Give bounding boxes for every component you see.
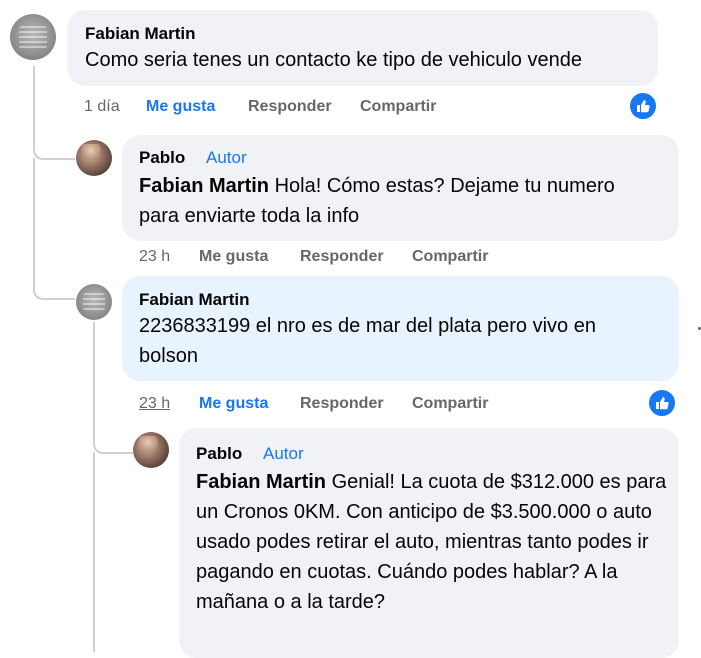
comment-timestamp[interactable]: 23 h xyxy=(139,248,170,266)
reply-button[interactable]: Responder xyxy=(248,98,332,116)
comment-text: Fabian Martin Hola! Cómo estas? Dejame t… xyxy=(139,171,639,231)
share-button[interactable]: Compartir xyxy=(412,395,488,413)
thread-line xyxy=(33,158,35,286)
comment-author[interactable]: Fabian Martin xyxy=(85,24,196,44)
mention-link[interactable]: Fabian Martin xyxy=(139,175,269,197)
mention-link[interactable]: Fabian Martin xyxy=(196,471,326,493)
share-button[interactable]: Compartir xyxy=(360,98,436,116)
comment-text: Como seria tenes un contacto ke tipo de … xyxy=(85,45,655,75)
thread-connector xyxy=(33,140,75,160)
comment-text: Fabian Martin Genial! La cuota de $312.0… xyxy=(196,467,671,617)
reply-button[interactable]: Responder xyxy=(300,248,384,266)
thread-line xyxy=(93,322,95,442)
thumbs-up-icon[interactable] xyxy=(628,91,658,121)
thread-connector xyxy=(93,436,133,454)
comment-author[interactable]: Pablo xyxy=(196,444,242,464)
thread-line xyxy=(33,66,35,146)
author-badge: Autor xyxy=(206,148,247,167)
thumbs-up-icon[interactable] xyxy=(647,388,677,418)
comment-text: 2236833199 el nro es de mar del plata pe… xyxy=(139,311,659,371)
reply-button[interactable]: Responder xyxy=(300,395,384,413)
comment-author[interactable]: Pablo xyxy=(139,148,185,168)
thread-connector xyxy=(33,280,75,300)
like-button[interactable]: Me gusta xyxy=(199,248,268,266)
like-button[interactable]: Me gusta xyxy=(146,98,215,116)
comment-text-content: 2236833199 el nro es de mar del plata pe… xyxy=(139,315,596,367)
like-button[interactable]: Me gusta xyxy=(199,395,268,413)
avatar[interactable] xyxy=(76,284,112,320)
author-badge: Autor xyxy=(263,444,304,463)
avatar[interactable] xyxy=(133,432,169,468)
comment-author[interactable]: Fabian Martin xyxy=(139,290,250,310)
avatar[interactable] xyxy=(10,14,56,60)
thread-line xyxy=(93,452,95,652)
comment-text-content: Como seria tenes un contacto ke tipo de … xyxy=(85,49,582,71)
comment-timestamp[interactable]: 1 día xyxy=(84,98,120,116)
share-button[interactable]: Compartir xyxy=(412,248,488,266)
avatar[interactable] xyxy=(76,140,112,176)
comment-timestamp[interactable]: 23 h xyxy=(139,395,170,413)
